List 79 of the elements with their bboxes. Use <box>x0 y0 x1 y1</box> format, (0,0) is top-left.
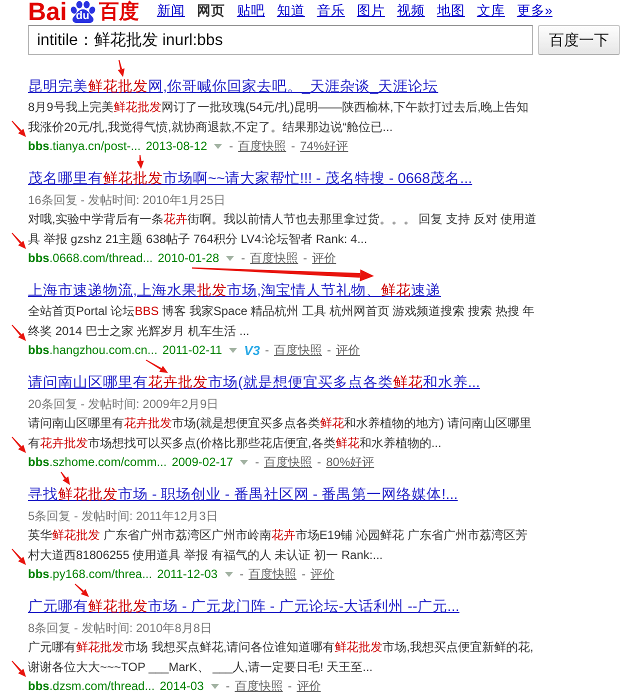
logo-text: Bai <box>28 1 67 23</box>
caret-icon[interactable] <box>229 348 238 352</box>
nav-tab[interactable]: 音乐 <box>316 3 345 19</box>
annotation-arrow <box>11 232 26 249</box>
annotation-arrow <box>11 324 26 341</box>
caret-icon[interactable] <box>224 572 233 576</box>
snapshot-link[interactable]: 百度快照 <box>274 342 322 358</box>
annotation-arrow <box>11 548 26 565</box>
post-info-text: 20条回复 - 发帖时间: 2009年2月9日 <box>28 397 219 411</box>
logo-text: du <box>76 10 90 22</box>
nav-tab[interactable]: 图片 <box>356 3 385 19</box>
separator-text: - <box>240 567 244 581</box>
result-url: bbs.szhome.com/comm... <box>28 455 167 469</box>
caret-icon[interactable] <box>240 460 248 464</box>
logo-text: 百度 <box>98 1 139 23</box>
nav-tab[interactable]: 新闻 <box>156 3 185 19</box>
rating-link[interactable]: 评价 <box>312 250 336 266</box>
result-url: bbs.tianya.cn/post-... <box>28 139 141 153</box>
nav-tab[interactable]: 视频 <box>396 3 425 19</box>
post-info-text: 16条回复 - 发帖时间: 2010年1月25日 <box>28 193 226 207</box>
rating-link[interactable]: 评价 <box>336 342 360 358</box>
nav-tab[interactable]: 网页 <box>196 3 225 19</box>
separator-text: - <box>302 567 306 581</box>
nav-tab[interactable]: 地图 <box>436 3 465 19</box>
separator-text: - <box>255 455 260 469</box>
separator-text: - <box>229 139 234 153</box>
post-info-text: 5条回复 - 发帖时间: 2011年12月3日 <box>28 509 218 523</box>
annotation-arrow <box>74 583 89 597</box>
date-text: 2011-02-11 <box>162 343 222 357</box>
search-field[interactable]: intitile：鲜花批发 inurl:bbs <box>28 25 533 55</box>
result-snippet: 请问南山区哪里有花卉批发市场(就是想便宜买多点各类鲜花和水养植物的地方) 请问南山区哪里有花卉批发市场想找可以买多点(价格比那些花店便宜,各类鲜花和水养植物的... <box>28 415 532 452</box>
annotation-arrow <box>117 59 125 77</box>
nav-tab[interactable]: 更多» <box>516 3 552 19</box>
date-text: 2014-03 <box>160 679 204 693</box>
nav-tab[interactable]: 文库 <box>476 3 505 19</box>
snapshot-link[interactable]: 百度快照 <box>264 454 312 470</box>
separator-text: - <box>326 343 331 357</box>
post-info-text: 8条回复 - 发帖时间: 2010年8月8日 <box>28 621 212 635</box>
separator-text: - <box>303 251 308 265</box>
separator-text: - <box>291 139 296 153</box>
separator-text: - <box>241 251 246 265</box>
search-button[interactable]: 百度一下 <box>538 25 620 55</box>
caret-icon[interactable] <box>214 144 222 148</box>
date-text: 2010-01-28 <box>158 251 220 265</box>
result-url: bbs.hangzhou.com.cn... <box>28 343 158 357</box>
result-url: bbs.py168.com/threa... <box>28 567 152 581</box>
date-text: 2011-12-03 <box>157 567 218 581</box>
rating-link[interactable]: 80%好评 <box>326 454 374 470</box>
annotation-arrow <box>11 436 26 453</box>
annotation-arrow <box>11 120 26 137</box>
result-snippet: 8月9号我上完美鲜花批发网订了一批玫瑰(54元/扎)昆明——陕西榆林,下午款打过去后,晚上告知我涨价20元/扎,我觉得气愤,就协商退款,不定了。结果那边说“舱位已... <box>28 99 530 136</box>
snapshot-link[interactable]: 百度快照 <box>250 250 298 266</box>
caret-icon[interactable] <box>210 684 219 688</box>
rating-link[interactable]: 评价 <box>310 566 335 582</box>
result-url: bbs.dzsm.com/thread... <box>28 679 155 693</box>
result-snippet: 英华鲜花批发 广东省广州市荔湾区广州市岭南花卉市场E19铺 沁园鲜花 广东省广州市荔湾区芳村大道西81806255 使用道具 举报 有福气的人 未认证 初一 Rank:... <box>28 527 528 564</box>
separator-text: - <box>264 343 269 357</box>
caret-icon[interactable] <box>226 256 234 260</box>
annotation-arrow <box>60 471 70 485</box>
separator-text: - <box>226 679 230 693</box>
date-text: 2013-08-12 <box>146 139 208 153</box>
snapshot-link[interactable]: 百度快照 <box>248 566 297 582</box>
result-snippet: 广元哪有鲜花批发市场 我想买点鲜花,请问各位谁知道哪有鲜花批发市场,我想买点便宜新鲜的花,谢谢各位大大~~~TOP ___MarK、 ___人,请一定要日毛! 天王至... <box>28 639 534 676</box>
result-snippet: 全站首页Portal 论坛BBS 博客 我家Space 精品杭州 工具 杭州网首页 游戏频道搜索 搜索 热搜 年终奖 2014 巴士之家 光辉岁月 机车生活 ... <box>28 303 536 340</box>
nav-tab[interactable]: 贴吧 <box>236 3 265 19</box>
level-label: V3 <box>244 342 260 358</box>
rating-link[interactable]: 74%好评 <box>300 138 348 154</box>
annotation-arrow <box>11 660 26 677</box>
separator-text: - <box>317 455 322 469</box>
snapshot-link[interactable]: 百度快照 <box>238 138 286 154</box>
annotation-arrow <box>136 154 144 169</box>
date-text: 2009-02-17 <box>172 455 234 469</box>
annotation-arrow <box>145 359 168 373</box>
result-snippet: 对哦,实验中学背后有一条花卉街啊。我以前情人节也去那里拿过货。。。 回复 支持 反对 使用道具 举报 gzshz 21主题 638帖子 764积分 LV4:论坛智者 Rank: 4... <box>28 211 538 248</box>
rating-link[interactable]: 评价 <box>296 678 321 694</box>
nav-tab[interactable]: 知道 <box>276 3 305 19</box>
result-url: bbs.0668.com/thread... <box>28 251 153 265</box>
snapshot-link[interactable]: 百度快照 <box>234 678 283 694</box>
separator-text: - <box>288 679 292 693</box>
